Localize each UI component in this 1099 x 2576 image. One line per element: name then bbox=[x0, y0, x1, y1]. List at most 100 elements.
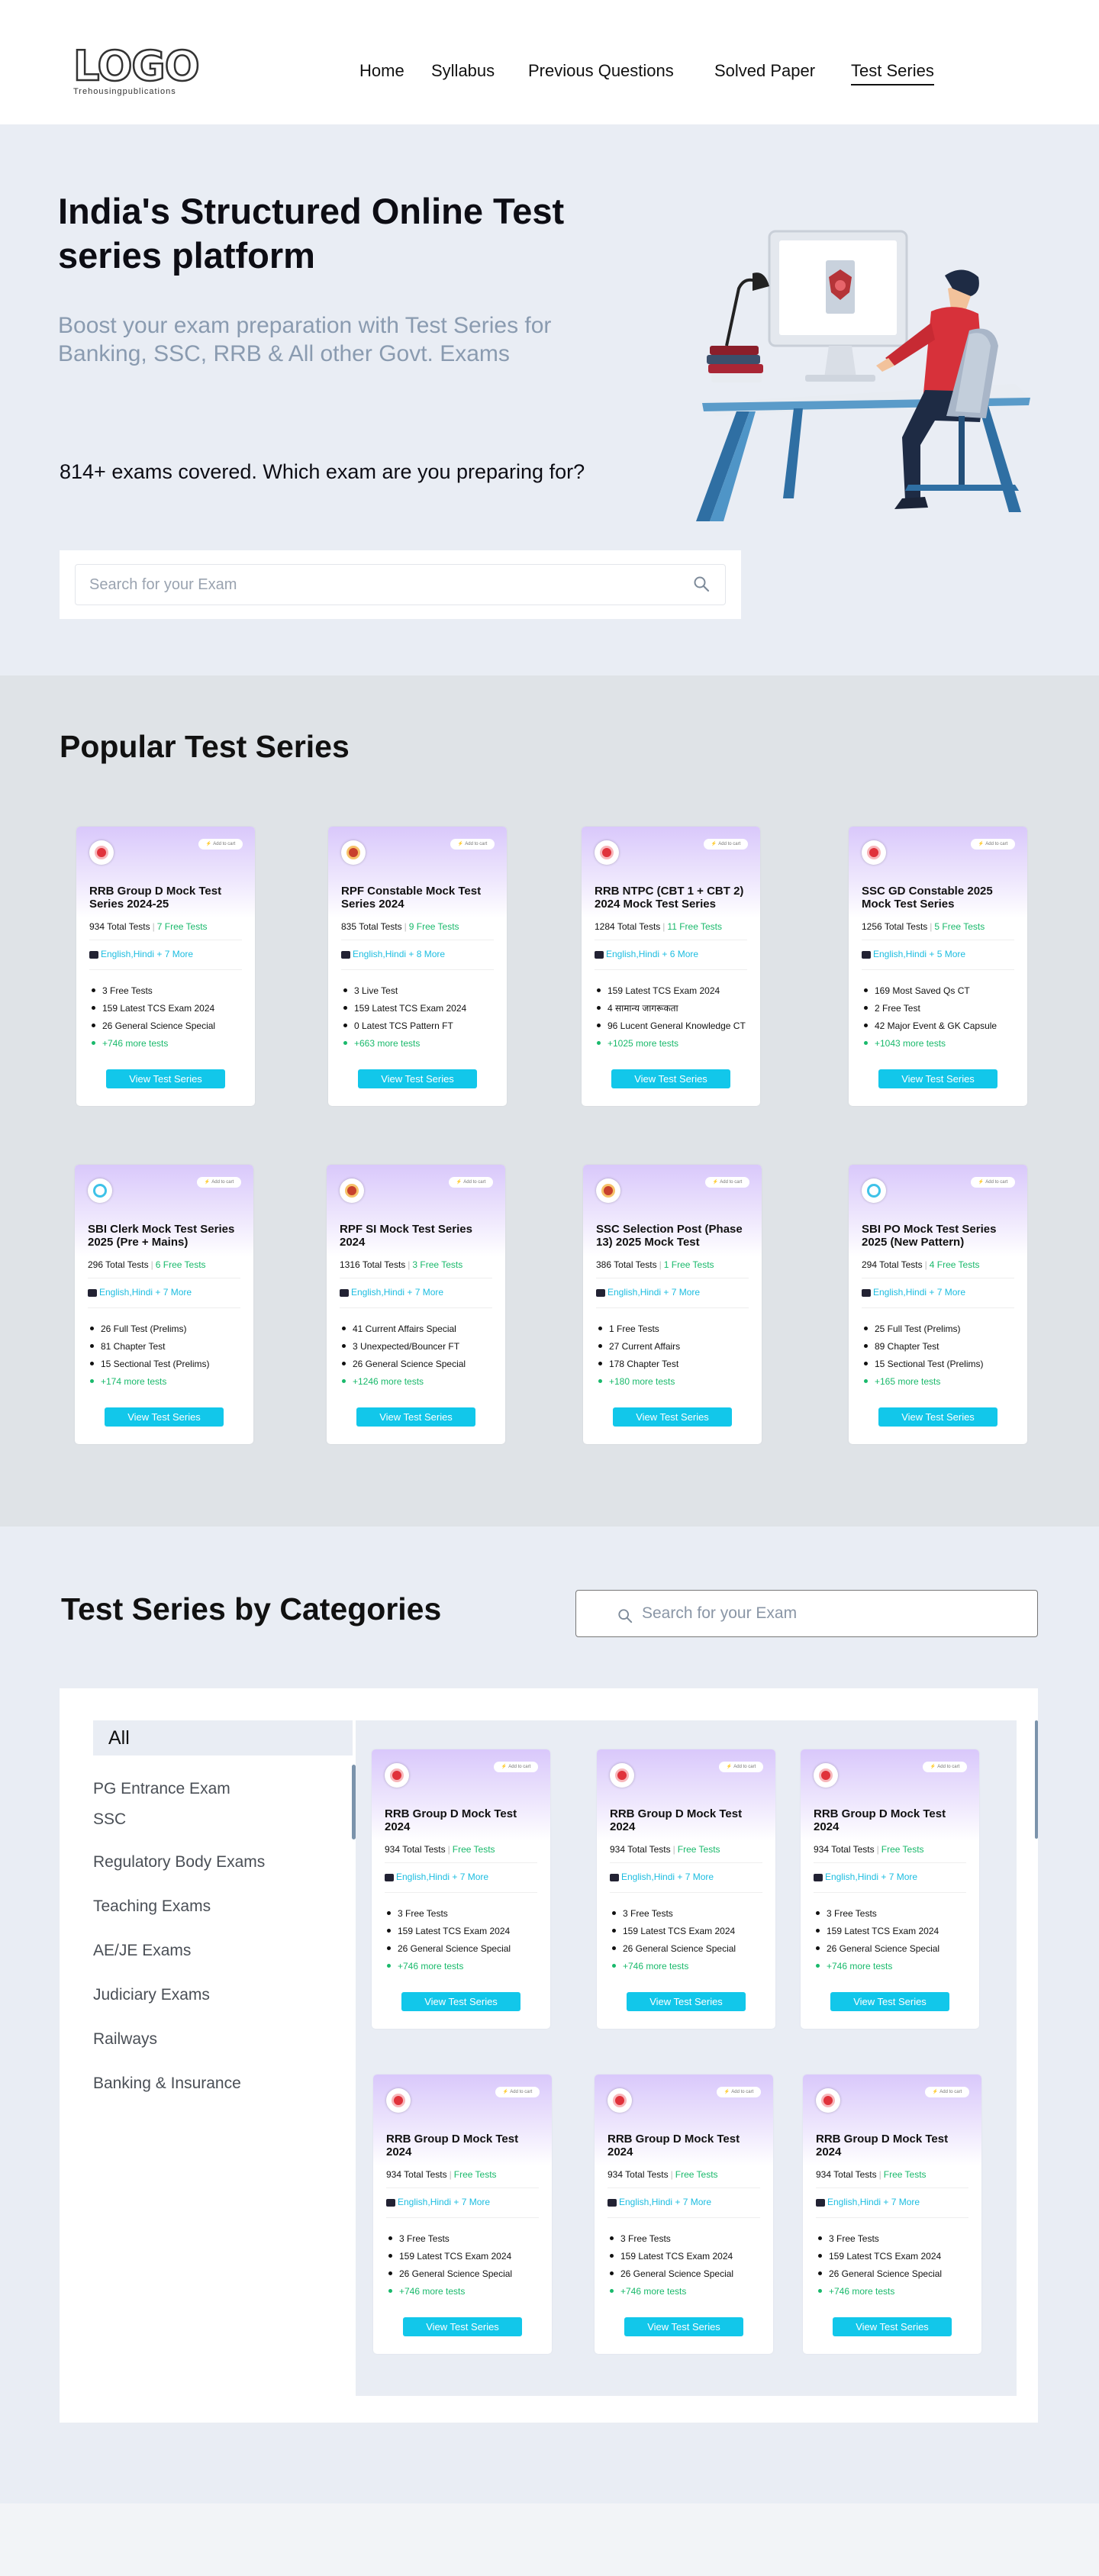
more-tests-link[interactable]: +746 more tests bbox=[816, 2283, 980, 2300]
test-series-card[interactable]: Add to cart SBI PO Mock Test Series 2025 … bbox=[849, 1165, 1027, 1444]
view-test-series-button[interactable]: View Test Series bbox=[356, 1407, 475, 1427]
more-tests-link[interactable]: +174 more tests bbox=[88, 1373, 252, 1391]
more-tests-link[interactable]: +746 more tests bbox=[608, 2283, 772, 2300]
total-tests: 934 Total Tests bbox=[816, 2169, 877, 2180]
view-test-series-button[interactable]: View Test Series bbox=[878, 1407, 997, 1427]
more-tests-link[interactable]: +746 more tests bbox=[89, 1035, 253, 1053]
card-total-tests: 934 Total Tests | Free Tests bbox=[386, 2169, 497, 2180]
category-item-judiciary[interactable]: Judiciary Exams bbox=[93, 1986, 210, 2004]
card-languages: English,Hindi + 7 More bbox=[385, 1872, 488, 1882]
feature-item: 26 General Science Special bbox=[814, 1940, 978, 1958]
more-tests-link[interactable]: +746 more tests bbox=[610, 1958, 774, 1975]
add-to-cart-badge[interactable]: Add to cart bbox=[925, 2087, 969, 2097]
language-icon bbox=[89, 950, 98, 959]
test-series-card[interactable]: Add to cart RRB Group D Mock Test 2024 934… bbox=[372, 1749, 550, 2029]
test-series-card[interactable]: Add to cart RRB NTPC (CBT 1 + CBT 2) 2024… bbox=[582, 827, 760, 1106]
add-to-cart-badge[interactable]: Add to cart bbox=[494, 1762, 538, 1772]
add-to-cart-badge[interactable]: Add to cart bbox=[450, 839, 495, 850]
more-tests-link[interactable]: +746 more tests bbox=[814, 1958, 978, 1975]
category-grid-scrollbar[interactable] bbox=[1035, 1720, 1038, 1839]
more-tests-link[interactable]: +663 more tests bbox=[341, 1035, 505, 1053]
test-series-card[interactable]: Add to cart RPF SI Mock Test Series 2024 1… bbox=[327, 1165, 505, 1444]
hero-search-input[interactable] bbox=[75, 564, 726, 605]
test-series-card[interactable]: Add to cart RRB Group D Mock Test 2024 934… bbox=[373, 2075, 552, 2354]
category-item-banking-insurance[interactable]: Banking & Insurance bbox=[93, 2075, 241, 2093]
test-series-card[interactable]: Add to cart SSC Selection Post (Phase 13)… bbox=[583, 1165, 762, 1444]
test-series-card[interactable]: Add to cart RRB Group D Mock Test 2024 934… bbox=[803, 2075, 981, 2354]
more-tests-link[interactable]: +746 more tests bbox=[386, 2283, 550, 2300]
exam-logo-icon bbox=[814, 1763, 838, 1788]
category-item-regulatory-body[interactable]: Regulatory Body Exams bbox=[93, 1853, 265, 1872]
nav-previous-questions[interactable]: Previous Questions bbox=[528, 61, 674, 81]
separator: | bbox=[404, 921, 407, 932]
nav-home[interactable]: Home bbox=[359, 61, 404, 81]
search-icon[interactable] bbox=[693, 575, 710, 592]
view-test-series-button[interactable]: View Test Series bbox=[105, 1407, 224, 1427]
search-icon[interactable] bbox=[617, 1608, 633, 1623]
logo[interactable]: LOGO Trehousingpublications bbox=[73, 42, 211, 96]
category-item-railways[interactable]: Railways bbox=[93, 2030, 157, 2049]
test-series-card[interactable]: Add to cart RRB Group D Mock Test 2024 934… bbox=[595, 2075, 773, 2354]
category-all-tab[interactable]: All bbox=[93, 1720, 353, 1755]
view-test-series-button[interactable]: View Test Series bbox=[106, 1069, 225, 1088]
feature-list: 169 Most Saved Qs CT 2 Free Test 42 Major … bbox=[862, 982, 1026, 1053]
category-item-pg-entrance[interactable]: PG Entrance Exam bbox=[93, 1780, 230, 1798]
view-test-series-button[interactable]: View Test Series bbox=[613, 1407, 732, 1427]
test-series-card[interactable]: Add to cart SSC GD Constable 2025 Mock Te… bbox=[849, 827, 1027, 1106]
add-to-cart-badge[interactable]: Add to cart bbox=[923, 1762, 967, 1772]
add-to-cart-badge[interactable]: Add to cart bbox=[705, 1177, 749, 1188]
test-series-card[interactable]: Add to cart RRB Group D Mock Test 2024 934… bbox=[801, 1749, 979, 2029]
card-languages: English,Hindi + 7 More bbox=[610, 1872, 714, 1882]
nav-test-series[interactable]: Test Series bbox=[851, 61, 934, 85]
test-series-card[interactable]: Add to cart SBI Clerk Mock Test Series 20… bbox=[75, 1165, 253, 1444]
hero-title: India's Structured Online Test series pl… bbox=[58, 191, 565, 276]
more-tests-link[interactable]: +165 more tests bbox=[862, 1373, 1026, 1391]
category-item-teaching[interactable]: Teaching Exams bbox=[93, 1897, 211, 1916]
add-to-cart-badge[interactable]: Add to cart bbox=[198, 839, 243, 850]
free-tests: 5 Free Tests bbox=[934, 921, 985, 932]
divider bbox=[89, 969, 242, 970]
more-tests-link[interactable]: +180 more tests bbox=[596, 1373, 760, 1391]
more-tests-link[interactable]: +746 more tests bbox=[385, 1958, 549, 1975]
language-icon bbox=[88, 1288, 97, 1297]
test-series-card[interactable]: Add to cart RRB Group D Mock Test 2024 934… bbox=[597, 1749, 775, 2029]
feature-item: 159 Latest TCS Exam 2024 bbox=[595, 982, 759, 1000]
add-to-cart-badge[interactable]: Add to cart bbox=[719, 1762, 763, 1772]
add-to-cart-badge[interactable]: Add to cart bbox=[704, 839, 748, 850]
category-search-input[interactable] bbox=[642, 1601, 1023, 1626]
view-test-series-button[interactable]: View Test Series bbox=[833, 2317, 952, 2336]
add-to-cart-badge[interactable]: Add to cart bbox=[971, 839, 1015, 850]
logo-text: LOGO bbox=[73, 42, 201, 90]
free-tests: 6 Free Tests bbox=[155, 1259, 206, 1270]
feature-list: 3 Free Tests 159 Latest TCS Exam 2024 26 G… bbox=[386, 2230, 550, 2300]
category-item-ssc[interactable]: SSC bbox=[93, 1810, 126, 1829]
feature-list: 3 Free Tests 159 Latest TCS Exam 2024 26 G… bbox=[385, 1905, 549, 1975]
test-series-card[interactable]: Add to cart RPF Constable Mock Test Serie… bbox=[328, 827, 507, 1106]
nav-solved-paper[interactable]: Solved Paper bbox=[714, 61, 815, 81]
feature-item: 3 Free Tests bbox=[814, 1905, 978, 1923]
view-test-series-button[interactable]: View Test Series bbox=[401, 1992, 520, 2011]
view-test-series-button[interactable]: View Test Series bbox=[358, 1069, 477, 1088]
view-test-series-button[interactable]: View Test Series bbox=[878, 1069, 997, 1088]
add-to-cart-badge[interactable]: Add to cart bbox=[197, 1177, 241, 1188]
total-tests: 386 Total Tests bbox=[596, 1259, 657, 1270]
feature-list: 1 Free Tests 27 Current Affairs 178 Chapte… bbox=[596, 1320, 760, 1391]
test-series-card[interactable]: Add to cart RRB Group D Mock Test Series … bbox=[76, 827, 255, 1106]
more-tests-link[interactable]: +1043 more tests bbox=[862, 1035, 1026, 1053]
divider bbox=[862, 969, 1014, 970]
more-tests-link[interactable]: +1025 more tests bbox=[595, 1035, 759, 1053]
view-test-series-button[interactable]: View Test Series bbox=[403, 2317, 522, 2336]
view-test-series-button[interactable]: View Test Series bbox=[627, 1992, 746, 2011]
view-test-series-button[interactable]: View Test Series bbox=[611, 1069, 730, 1088]
category-item-ae-je[interactable]: AE/JE Exams bbox=[93, 1942, 191, 1960]
add-to-cart-badge[interactable]: Add to cart bbox=[717, 2087, 761, 2097]
more-tests-link[interactable]: +1246 more tests bbox=[340, 1373, 504, 1391]
category-search-box bbox=[575, 1590, 1038, 1637]
view-test-series-button[interactable]: View Test Series bbox=[624, 2317, 743, 2336]
free-tests: 4 Free Tests bbox=[929, 1259, 980, 1270]
add-to-cart-badge[interactable]: Add to cart bbox=[449, 1177, 493, 1188]
add-to-cart-badge[interactable]: Add to cart bbox=[495, 2087, 540, 2097]
add-to-cart-badge[interactable]: Add to cart bbox=[971, 1177, 1015, 1188]
nav-syllabus[interactable]: Syllabus bbox=[431, 61, 495, 81]
view-test-series-button[interactable]: View Test Series bbox=[830, 1992, 949, 2011]
